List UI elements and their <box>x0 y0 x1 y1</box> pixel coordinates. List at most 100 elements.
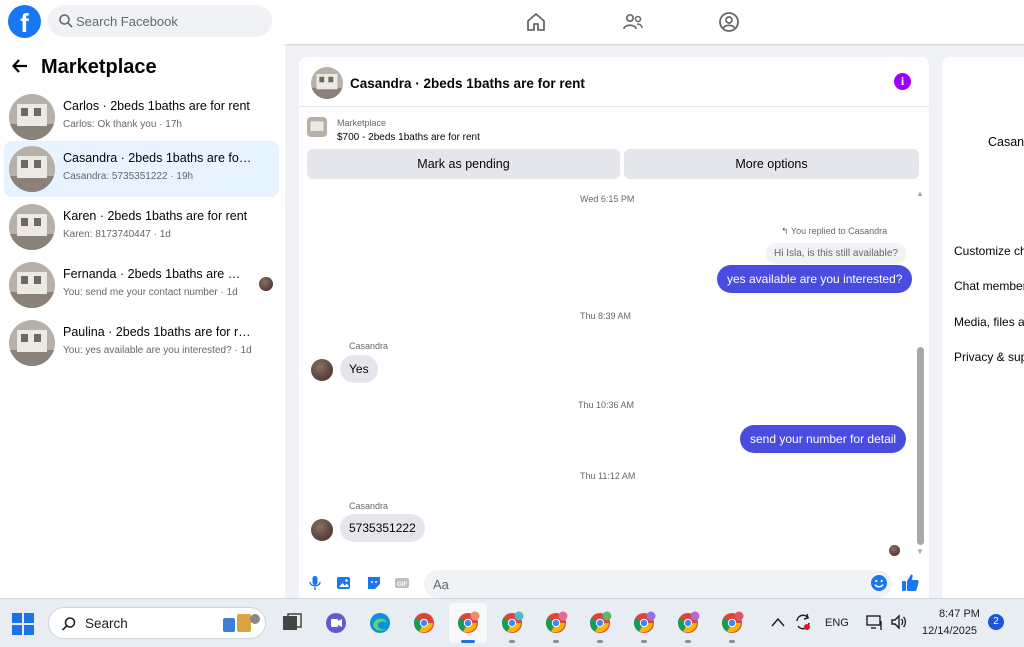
listing-thumbnail <box>9 262 55 308</box>
task-view-icon[interactable] <box>280 611 304 635</box>
home-icon[interactable] <box>524 10 548 34</box>
svg-text:GIF: GIF <box>397 582 407 588</box>
conversation-item-active[interactable]: Casandra · 2beds 1baths are for rent Cas… <box>4 141 279 197</box>
chevron-up-icon[interactable] <box>771 617 785 627</box>
conversation-item[interactable]: Paulina · 2beds 1baths are for rent You:… <box>4 315 279 371</box>
notification-badge[interactable]: 2 <box>988 614 1004 630</box>
scrollbar-thumb[interactable] <box>917 347 924 545</box>
listing-thumbnail <box>9 320 55 366</box>
taskbar-search-label: Search <box>85 616 128 631</box>
windows-taskbar: Search ENG 8:47 PM 12/14/2025 2 <box>0 598 1024 647</box>
listing-thumbnail <box>9 146 55 192</box>
page-title: Marketplace <box>41 56 157 78</box>
conversation-preview: Karen: 8173740447 · 1d <box>63 229 171 240</box>
windows-start-icon[interactable] <box>12 613 34 635</box>
message-input[interactable] <box>424 570 892 598</box>
media-files-links-item[interactable]: Media, files and links <box>954 315 1024 329</box>
running-app-indicator <box>685 640 691 643</box>
seen-avatar-icon <box>259 277 273 291</box>
incoming-message[interactable]: Yes <box>340 355 378 383</box>
conversation-preview: You: yes available are you interested? ·… <box>63 345 252 356</box>
sender-avatar[interactable] <box>311 519 333 541</box>
emoji-icon[interactable] <box>870 574 888 592</box>
scroll-up-arrow[interactable]: ▲ <box>916 189 924 198</box>
listing-thumbnail[interactable] <box>311 67 343 99</box>
timestamp: Thu 8:39 AM <box>580 311 632 321</box>
chat-title[interactable]: Casandra · 2beds 1baths are for rent <box>350 76 585 91</box>
chrome-profile-icon[interactable] <box>632 611 656 635</box>
listing-price: $700 - 2beds 1baths are for rent <box>337 132 480 143</box>
marketplace-sidebar: Marketplace Carlos · 2beds 1baths are fo… <box>0 44 285 598</box>
timestamp: Thu 10:36 AM <box>578 400 635 410</box>
conversation-name: Paulina · 2beds 1baths are for rent <box>63 325 253 339</box>
reply-note-text: You replied to Casandra <box>790 226 888 236</box>
conversation-name: Carlos · 2beds 1baths are for rent <box>63 99 250 113</box>
teams-icon[interactable] <box>324 611 348 635</box>
chrome-profile-icon[interactable] <box>500 611 524 635</box>
microphone-icon[interactable] <box>307 575 323 591</box>
running-app-indicator <box>729 640 735 643</box>
mark-as-pending-button[interactable]: Mark as pending <box>307 149 620 179</box>
network-icon[interactable] <box>866 613 884 631</box>
running-app-indicator <box>553 640 559 643</box>
customize-chat-item[interactable]: Customize chat <box>954 244 1024 258</box>
sender-name: Casandra <box>349 501 389 511</box>
outgoing-message[interactable]: yes available are you interested? <box>717 265 913 293</box>
gif-icon[interactable]: GIF <box>394 575 410 591</box>
clock-time[interactable]: 8:47 PM <box>939 608 980 620</box>
facebook-logo-icon[interactable]: f <box>8 5 41 38</box>
chrome-profile-icon[interactable] <box>544 611 568 635</box>
listing-thumbnail <box>307 117 327 137</box>
quoted-message[interactable]: Hi Isla, is this still available? <box>766 243 906 264</box>
conversation-item[interactable]: Carlos · 2beds 1baths are for rent Carlo… <box>4 89 279 145</box>
listing-thumbnail <box>9 94 55 140</box>
reply-note: ↰ You replied to Casandra <box>781 226 887 237</box>
sender-avatar[interactable] <box>311 359 333 381</box>
conversation-item[interactable]: Fernanda · 2beds 1baths are for ... You:… <box>4 257 279 313</box>
search-icon <box>59 14 73 28</box>
conversation-preview: You: send me your contact number · 1d <box>63 287 238 298</box>
incoming-message[interactable]: 5735351222 <box>340 514 425 542</box>
conversation-name: Karen · 2beds 1baths are for rent <box>63 209 248 223</box>
running-app-indicator <box>641 640 647 643</box>
back-arrow-icon[interactable] <box>11 57 29 81</box>
photo-icon[interactable] <box>336 575 352 591</box>
top-navigation-bar: f <box>0 0 1024 44</box>
outgoing-message[interactable]: send your number for detail <box>740 425 907 453</box>
chrome-profile-icon[interactable] <box>676 611 700 635</box>
more-options-button[interactable]: More options <box>624 149 919 179</box>
contact-name: Casandra <box>988 135 1024 149</box>
chat-members-item[interactable]: Chat members <box>954 279 1024 293</box>
language-indicator[interactable]: ENG <box>825 617 849 629</box>
conversation-name: Casandra · 2beds 1baths are for rent <box>63 151 253 165</box>
profile-icon[interactable] <box>717 10 741 34</box>
chrome-profile-icon[interactable] <box>456 611 480 635</box>
chrome-profile-icon[interactable] <box>720 611 744 635</box>
thumbs-up-icon[interactable] <box>901 573 920 592</box>
conversation-item[interactable]: Karen · 2beds 1baths are for rent Karen:… <box>4 199 279 255</box>
search-facebook-box[interactable] <box>48 5 272 37</box>
chrome-icon[interactable] <box>412 611 436 635</box>
timestamp: Thu 11:12 AM <box>580 471 636 481</box>
seen-avatar-icon <box>889 545 900 556</box>
listing-thumbnail <box>9 204 55 250</box>
search-input[interactable] <box>76 5 262 37</box>
active-app-indicator <box>461 640 475 643</box>
sticker-icon[interactable] <box>366 575 382 591</box>
chat-header: Casandra · 2beds 1baths are for rent i <box>299 57 929 107</box>
taskbar-search-box[interactable]: Search <box>48 607 266 639</box>
chrome-profile-icon[interactable] <box>588 611 612 635</box>
info-icon[interactable]: i <box>894 73 911 90</box>
clock-date[interactable]: 12/14/2025 <box>922 625 977 637</box>
conversation-name: Fernanda · 2beds 1baths are for ... <box>63 267 243 281</box>
sender-name: Casandra <box>349 341 389 351</box>
search-highlight-icon <box>223 614 260 632</box>
volume-icon[interactable] <box>890 613 908 631</box>
scroll-down-arrow[interactable]: ▼ <box>916 547 924 556</box>
privacy-support-item[interactable]: Privacy & support <box>954 350 1024 364</box>
search-icon <box>61 617 76 631</box>
edge-icon[interactable] <box>368 611 392 635</box>
sync-icon[interactable] <box>794 613 812 631</box>
running-app-indicator <box>509 640 515 643</box>
friends-icon[interactable] <box>621 10 645 34</box>
